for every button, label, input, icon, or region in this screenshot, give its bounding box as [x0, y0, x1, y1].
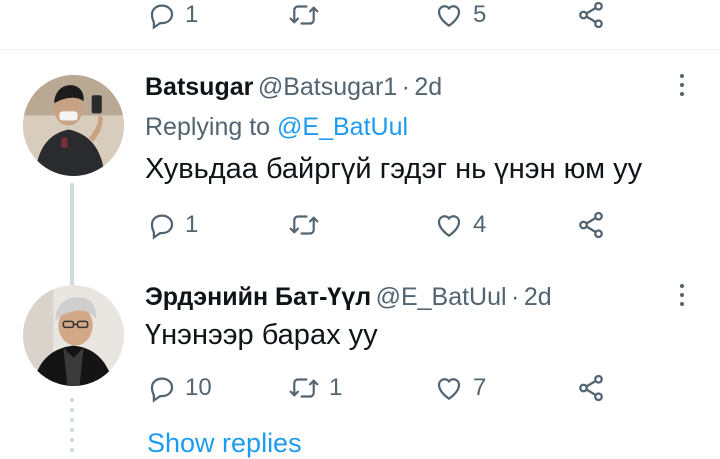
tweet-text: Хувьдаа байргүй гэдэг нь үнэн юм уу — [145, 153, 643, 185]
like-action[interactable]: 7 — [433, 373, 486, 403]
more-options-icon[interactable] — [680, 74, 684, 96]
retweet-action[interactable] — [287, 210, 329, 240]
reply-icon — [150, 377, 174, 403]
share-action[interactable] — [575, 0, 607, 30]
user-handle[interactable]: @E_BatUul — [376, 283, 507, 311]
thread-dots — [70, 398, 74, 452]
share-icon — [579, 1, 603, 29]
retweet-icon — [289, 5, 319, 25]
retweet-icon — [289, 378, 319, 398]
like-action[interactable]: 5 — [433, 0, 486, 30]
separator: · — [401, 73, 410, 101]
timestamp[interactable]: 2d — [414, 73, 442, 101]
reply-count: 1 — [185, 1, 199, 28]
share-action[interactable] — [575, 210, 607, 240]
more-options-icon[interactable] — [680, 284, 684, 306]
replying-to: Replying to @E_BatUul — [145, 113, 408, 142]
tweet-divider — [0, 49, 720, 50]
avatar-photo — [23, 75, 124, 176]
retweet-action[interactable] — [287, 0, 329, 30]
like-action[interactable]: 4 — [433, 210, 486, 240]
display-name[interactable]: Эрдэнийн Бат-Үүл — [145, 283, 371, 311]
retweet-count: 1 — [329, 374, 343, 401]
thread-line — [70, 183, 74, 287]
share-icon — [579, 374, 603, 402]
reply-action[interactable]: 1 — [147, 210, 198, 240]
timestamp[interactable]: 2d — [524, 283, 552, 311]
display-name[interactable]: Batsugar — [145, 73, 253, 101]
retweet-icon — [289, 215, 319, 235]
heart-icon — [437, 5, 461, 27]
replying-prefix: Replying to — [145, 113, 278, 141]
replying-handle-link[interactable]: @E_BatUul — [277, 113, 408, 141]
like-count: 4 — [473, 211, 487, 238]
like-count: 5 — [473, 1, 487, 28]
share-icon — [579, 211, 603, 239]
reply-action[interactable]: 1 — [147, 0, 198, 30]
user-handle[interactable]: @Batsugar1 — [258, 73, 397, 101]
reply-icon — [150, 214, 174, 240]
tweet-header: Batsugar @Batsugar1 · 2d — [145, 73, 442, 102]
retweet-action[interactable]: 1 — [287, 373, 342, 403]
reply-count: 1 — [185, 211, 199, 238]
avatar-batsugar[interactable] — [23, 75, 124, 176]
avatar-photo — [23, 285, 124, 386]
reply-action[interactable]: 10 — [147, 373, 212, 403]
tweet-text: Үнэнээр барах уу — [145, 319, 378, 351]
heart-icon — [437, 215, 461, 237]
separator: · — [511, 283, 520, 311]
heart-icon — [437, 378, 461, 400]
avatar-e-batuul[interactable] — [23, 285, 124, 386]
reply-icon — [150, 4, 174, 30]
tweet-header: Эрдэнийн Бат-Үүл @E_BatUul · 2d — [145, 283, 552, 312]
show-replies-link[interactable]: Show replies — [147, 428, 302, 459]
share-action[interactable] — [575, 373, 607, 403]
like-count: 7 — [473, 374, 487, 401]
reply-count: 10 — [185, 374, 212, 401]
